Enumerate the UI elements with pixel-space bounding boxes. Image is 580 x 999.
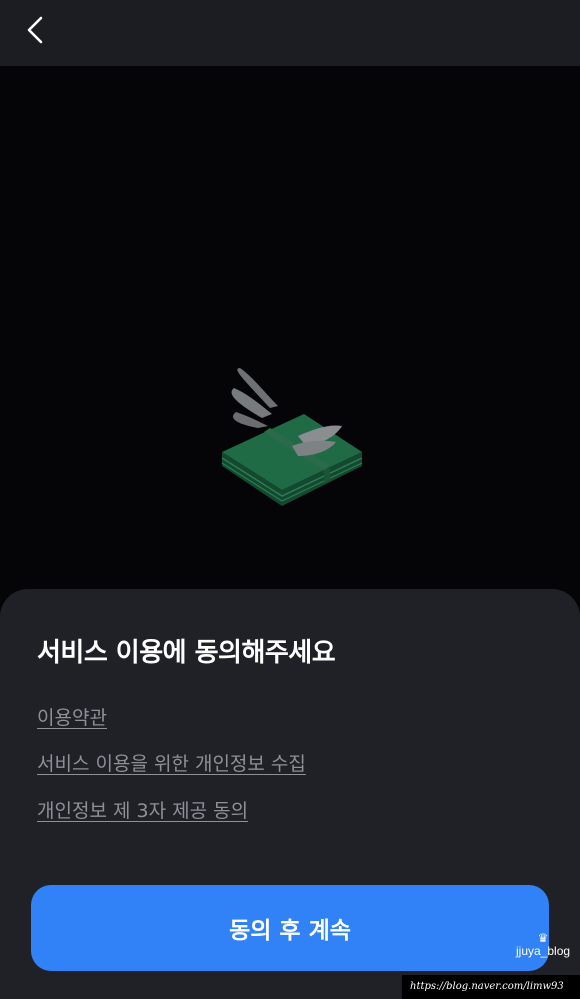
hero-area — [0, 66, 580, 606]
terms-of-use-link[interactable]: 이용약관 — [37, 703, 107, 730]
sheet-title: 서비스 이용에 동의해주세요 — [37, 638, 336, 668]
back-button[interactable] — [14, 10, 58, 54]
chevron-left-icon — [27, 16, 43, 44]
watermark-badge: ♛ jjuya_blog — [516, 932, 570, 957]
watermark-url: https://blog.naver.com/limw93 — [402, 975, 580, 999]
privacy-collection-link[interactable]: 서비스 이용을 위한 개인정보 수집 — [37, 749, 306, 776]
third-party-consent-link[interactable]: 개인정보 제 3자 제공 동의 — [37, 796, 248, 823]
top-bar — [0, 0, 580, 66]
crown-icon: ♛ — [537, 931, 549, 945]
consent-bottom-sheet: 서비스 이용에 동의해주세요 이용약관 서비스 이용을 위한 개인정보 수집 개… — [0, 589, 580, 999]
watermark-badge-label: jjuya_blog — [516, 944, 571, 958]
agree-and-continue-button[interactable]: 동의 후 계속 — [31, 885, 549, 971]
winged-money-stack-icon — [221, 368, 363, 506]
